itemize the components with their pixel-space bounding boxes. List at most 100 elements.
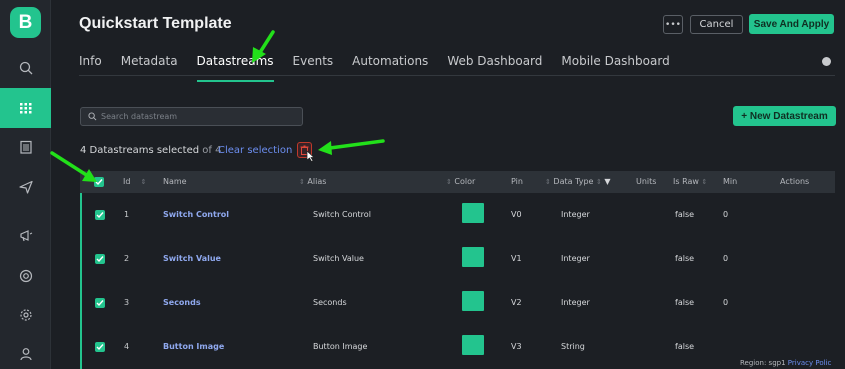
- table-row[interactable]: 2 Switch Value Switch Value V1 Integer f…: [80, 237, 835, 281]
- search-input[interactable]: [101, 112, 291, 121]
- cell-data-type: Integer: [561, 298, 590, 307]
- color-swatch: [462, 203, 484, 223]
- col-name[interactable]: Name: [163, 171, 187, 193]
- building-icon: [19, 140, 32, 154]
- sidebar: B: [0, 0, 51, 369]
- sort-icon: ⇕: [140, 178, 147, 186]
- sidebar-item-templates[interactable]: [0, 88, 51, 128]
- check-icon: [96, 212, 104, 219]
- cell-min: 0: [723, 254, 729, 263]
- sidebar-item-organizations[interactable]: [0, 127, 51, 167]
- tab-mobile-dashboard[interactable]: Mobile Dashboard: [561, 53, 669, 75]
- col-pin[interactable]: Pin: [511, 171, 523, 193]
- select-all-checkbox[interactable]: [94, 177, 104, 187]
- cell-alias: Seconds: [313, 298, 347, 307]
- tab-metadata[interactable]: Metadata: [121, 53, 178, 75]
- row-checkbox[interactable]: [95, 342, 105, 352]
- row-checkbox[interactable]: [95, 254, 105, 264]
- app-root: B Quickstart Template ••• Cancel Save An…: [0, 0, 845, 369]
- search-icon: [19, 61, 32, 75]
- cell-name-link[interactable]: Switch Control: [163, 210, 229, 219]
- app-logo[interactable]: B: [10, 7, 41, 38]
- tab-divider: [79, 75, 835, 76]
- cell-min: 0: [723, 298, 729, 307]
- sidebar-item-announcements[interactable]: [0, 216, 51, 256]
- cell-name-link[interactable]: Switch Value: [163, 254, 221, 263]
- check-icon: [96, 344, 104, 351]
- sort-icon: ⇕: [299, 178, 305, 186]
- cell-min: 0: [723, 210, 729, 219]
- sort-icon: ⇕: [701, 178, 708, 186]
- tab-bar: Info Metadata Datastreams Events Automat…: [79, 53, 689, 82]
- check-icon: [95, 179, 103, 186]
- cell-pin: V3: [511, 342, 522, 351]
- cancel-button[interactable]: Cancel: [690, 15, 743, 34]
- cell-pin: V1: [511, 254, 522, 263]
- cell-is-raw: false: [675, 298, 695, 307]
- col-is-raw[interactable]: Is Raw ⇕: [673, 171, 707, 193]
- color-swatch: [462, 247, 484, 267]
- selection-count-text: 4 Datastreams selected: [80, 145, 200, 156]
- cell-id: 2: [124, 254, 130, 263]
- cell-is-raw: false: [675, 210, 695, 219]
- table-header: Id ⇕ Name ⇕ Alias ⇕ Color Pin ⇕ Data Typ…: [80, 171, 835, 193]
- cell-alias: Switch Control: [313, 210, 371, 219]
- sidebar-item-help[interactable]: [0, 256, 51, 296]
- col-units[interactable]: Units: [636, 171, 656, 193]
- table-row[interactable]: 3 Seconds Seconds V2 Integer false 0: [80, 281, 835, 325]
- table-row[interactable]: 4 Button Image Button Image V3 String fa…: [80, 325, 835, 369]
- sidebar-item-send[interactable]: [0, 167, 51, 207]
- sidebar-item-search[interactable]: [0, 48, 51, 88]
- col-data-type-label: Data Type: [553, 177, 594, 186]
- tab-datastreams[interactable]: Datastreams: [196, 53, 274, 82]
- col-is-raw-label: Is Raw: [673, 177, 699, 186]
- send-icon: [18, 180, 33, 194]
- check-icon: [96, 256, 104, 263]
- cell-pin: V2: [511, 298, 522, 307]
- privacy-policy-link[interactable]: Privacy Polic: [788, 359, 832, 367]
- lifebuoy-icon: [19, 269, 32, 283]
- clear-selection-link[interactable]: Clear selection: [218, 145, 292, 156]
- cursor-icon: [306, 150, 315, 162]
- cell-alias: Switch Value: [313, 254, 364, 263]
- tab-events[interactable]: Events: [293, 53, 334, 75]
- col-min[interactable]: Min: [723, 171, 737, 193]
- col-color[interactable]: ⇕ Color: [446, 171, 475, 193]
- tab-info[interactable]: Info: [79, 53, 102, 75]
- cell-pin: V0: [511, 210, 522, 219]
- new-datastream-button[interactable]: + New Datastream: [733, 106, 836, 126]
- cell-id: 3: [124, 298, 130, 307]
- row-checkbox[interactable]: [95, 210, 105, 220]
- col-id[interactable]: Id ⇕: [123, 171, 146, 193]
- cell-name-link[interactable]: Seconds: [163, 298, 201, 307]
- cell-is-raw: false: [675, 342, 695, 351]
- col-color-label: Color: [454, 177, 476, 186]
- info-icon[interactable]: [822, 57, 831, 66]
- col-data-type[interactable]: ⇕ Data Type ⇕ ▼: [545, 171, 611, 193]
- selection-count: 4 Datastreams selected of 4: [80, 145, 221, 156]
- table-row[interactable]: 1 Switch Control Switch Control V0 Integ…: [80, 193, 835, 237]
- col-actions: Actions: [780, 177, 810, 186]
- tab-automations[interactable]: Automations: [352, 53, 428, 75]
- search-box[interactable]: [80, 107, 303, 126]
- sidebar-item-settings[interactable]: [0, 295, 51, 335]
- cell-data-type: String: [561, 342, 585, 351]
- cell-id: 4: [124, 342, 130, 351]
- save-and-apply-button[interactable]: Save And Apply: [749, 14, 834, 34]
- grid-icon: [19, 103, 31, 114]
- filter-icon[interactable]: ▼: [604, 177, 610, 186]
- row-checkbox[interactable]: [95, 298, 105, 308]
- col-alias-label: Alias: [307, 177, 327, 186]
- more-button[interactable]: •••: [663, 15, 683, 34]
- cell-is-raw: false: [675, 254, 695, 263]
- tab-web-dashboard[interactable]: Web Dashboard: [447, 53, 542, 75]
- region-footer: Region: sgp1 Privacy Polic: [738, 358, 834, 368]
- cell-name-link[interactable]: Button Image: [163, 342, 224, 351]
- sidebar-item-profile[interactable]: [0, 334, 51, 369]
- gear-icon: [19, 309, 32, 321]
- table-body: 1 Switch Control Switch Control V0 Integ…: [80, 193, 835, 369]
- sort-icon: ⇕: [446, 178, 452, 186]
- page-title: Quickstart Template: [79, 15, 232, 32]
- cell-data-type: Integer: [561, 210, 590, 219]
- col-alias[interactable]: ⇕ Alias: [299, 171, 326, 193]
